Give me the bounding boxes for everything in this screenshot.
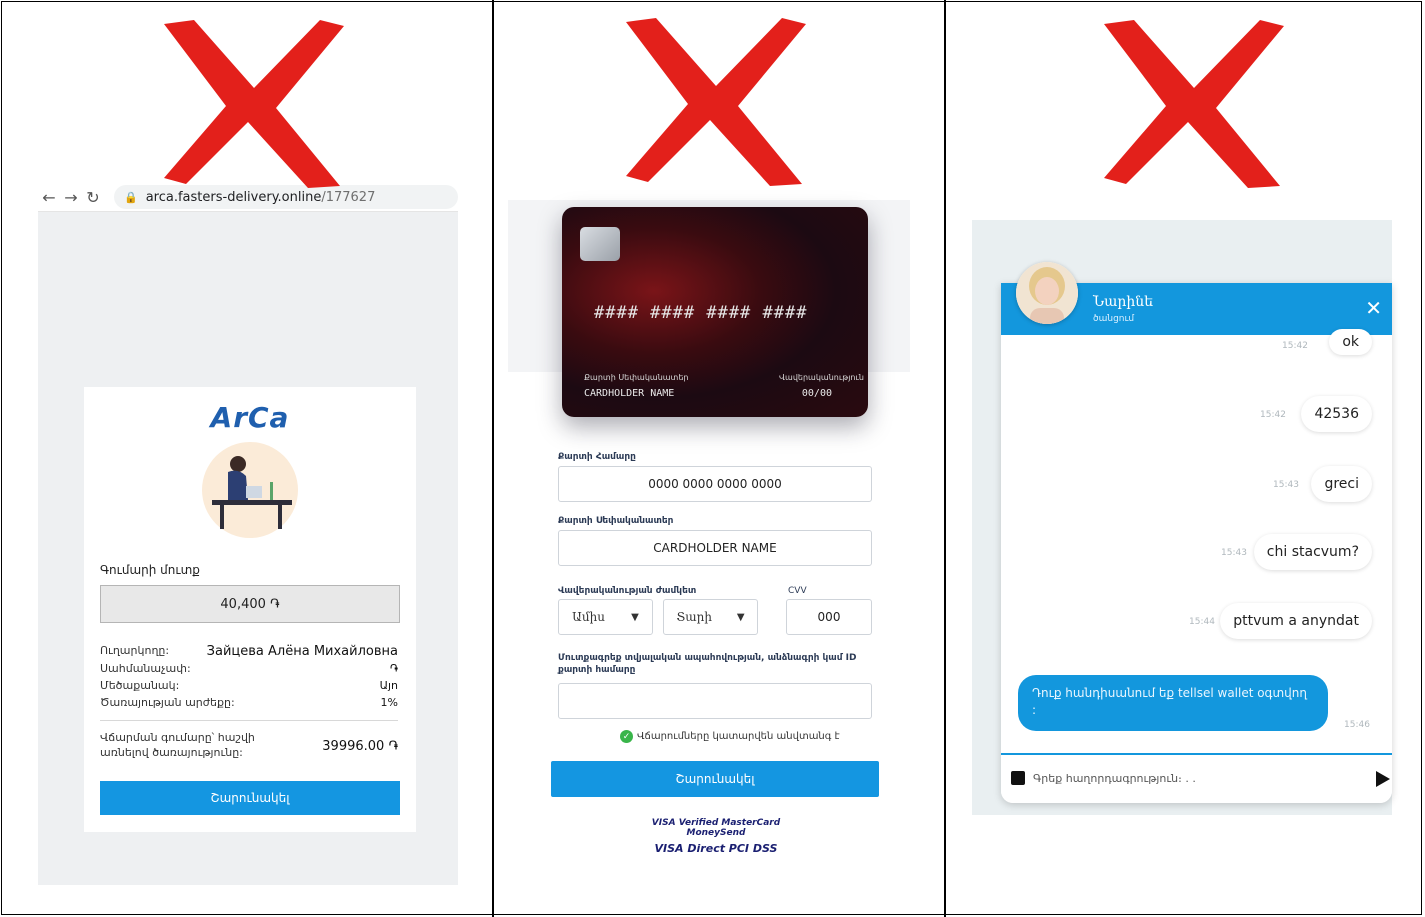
payment-logos-line: VISA Verified MasterCard MoneySend bbox=[651, 818, 781, 838]
user-message: chi stacvum? bbox=[1253, 534, 1372, 570]
illustration-avatar bbox=[202, 442, 298, 538]
info-row-limit: Սահմանաչափ: ֏ bbox=[100, 662, 398, 676]
url-host: arca.fasters-delivery.online bbox=[145, 189, 322, 205]
year-select-value: Տարի bbox=[676, 610, 712, 624]
credit-card-preview: #### #### #### #### Քարտի Սեփականատեր CA… bbox=[562, 207, 868, 417]
secure-note: ✓ Վճարումները կատարվեն անվտանգ է bbox=[620, 730, 840, 743]
card-number-label: Քարտի Համարը bbox=[558, 452, 636, 462]
message-time: 15:42 bbox=[1282, 341, 1308, 351]
column-divider bbox=[944, 0, 946, 917]
message-time: 15:44 bbox=[1189, 617, 1215, 627]
chat-input-bar: Գրեք հաղորդագրություն։ . . bbox=[1001, 753, 1392, 803]
card-holder-label: Քարտի Սեփականատեր bbox=[558, 516, 674, 526]
message-time: 15:43 bbox=[1221, 548, 1247, 558]
payment-logos-line: VISA Direct PCI DSS bbox=[654, 842, 778, 855]
info-label: Սահմանաչափ: bbox=[100, 662, 191, 675]
agent-avatar bbox=[1016, 262, 1078, 324]
cvv-input[interactable]: 000 bbox=[786, 599, 872, 635]
message-time: 15:43 bbox=[1273, 480, 1299, 490]
column-divider bbox=[492, 0, 494, 917]
chevron-down-icon: ▼ bbox=[631, 611, 639, 623]
card-expiry-caption: Վավերականություն bbox=[779, 373, 864, 382]
user-message: greci bbox=[1311, 466, 1372, 502]
send-icon[interactable] bbox=[1376, 771, 1390, 787]
info-label: Ծառայության արժեքը: bbox=[100, 696, 235, 709]
id-number-input[interactable] bbox=[558, 683, 872, 719]
info-value: Зайцева Алёна Михайловна bbox=[206, 644, 398, 659]
back-arrow-icon[interactable]: ← bbox=[38, 188, 60, 207]
divider bbox=[100, 720, 398, 721]
payment-card: ArCa Գումարի մուտք 40,400 ֏ Ուղարկողը: З… bbox=[84, 387, 416, 832]
message-time: 15:46 bbox=[1344, 720, 1370, 730]
card-holder-caption: Քարտի Սեփականատեր bbox=[584, 373, 689, 382]
arca-logo: ArCa bbox=[210, 401, 290, 434]
forward-arrow-icon[interactable]: → bbox=[60, 188, 82, 207]
amount-field[interactable]: 40,400 ֏ bbox=[100, 585, 400, 623]
user-message: ok bbox=[1329, 329, 1372, 355]
user-message: pttvum a anyndat bbox=[1220, 603, 1372, 639]
card-holder-display: CARDHOLDER NAME bbox=[584, 388, 675, 399]
total-value: 39996.00 ֏ bbox=[322, 739, 398, 754]
user-message: 42536 bbox=[1301, 396, 1372, 432]
card-number-display: #### #### #### #### bbox=[594, 303, 808, 323]
expiry-label: Վավերականության ժամկետ bbox=[558, 586, 697, 596]
close-icon[interactable]: ✕ bbox=[1359, 295, 1388, 321]
info-row-bulk: Մեծաքանակ: Այո bbox=[100, 679, 398, 692]
red-cross-icon bbox=[626, 18, 806, 186]
info-row-fee: Ծառայության արժեքը: 1% bbox=[100, 696, 398, 709]
image-attach-icon[interactable] bbox=[1011, 771, 1025, 785]
card-chip-icon bbox=[580, 227, 620, 261]
chat-message-input[interactable]: Գրեք հաղորդագրություն։ . . bbox=[1033, 763, 1353, 793]
agent-name: Նարինե bbox=[1093, 294, 1153, 310]
shield-check-icon: ✓ bbox=[620, 730, 633, 743]
reload-icon[interactable]: ↻ bbox=[82, 188, 104, 207]
url-path: /177627 bbox=[321, 189, 376, 205]
amount-label: Գումարի մուտք bbox=[100, 563, 200, 577]
month-select-value: Ամիս bbox=[572, 610, 605, 624]
message-time: 15:42 bbox=[1260, 410, 1286, 420]
year-select[interactable]: Տարի ▼ bbox=[663, 599, 758, 635]
id-number-label: Մուտքագրեք տվյալական ապահովության, անձնա… bbox=[558, 653, 857, 675]
info-value: 1% bbox=[380, 696, 398, 709]
info-value: ֏ bbox=[389, 662, 398, 675]
chevron-down-icon: ▼ bbox=[736, 611, 745, 623]
red-cross-icon bbox=[164, 20, 344, 188]
continue-button[interactable]: Շարունակել bbox=[100, 781, 400, 815]
continue-button[interactable]: Շարունակել bbox=[551, 761, 879, 797]
total-label: Վճարման գումարը՝ հաշվի առնելով ծառայությ… bbox=[100, 731, 255, 759]
card-number-input[interactable]: 0000 0000 0000 0000 bbox=[558, 466, 872, 502]
card-expiry-display: 00/00 bbox=[801, 388, 832, 399]
agent-status: ծանցում bbox=[1093, 314, 1135, 324]
info-row-sender: Ուղարկողը: Зайцева Алёна Михайловна bbox=[100, 644, 398, 659]
info-value: Այո bbox=[379, 679, 398, 692]
bot-message: Դուք հանդիսանում եք tellsel wallet օգտվո… bbox=[1018, 675, 1328, 731]
info-label: Ուղարկողը: bbox=[100, 644, 170, 657]
month-select[interactable]: Ամիս ▼ bbox=[558, 599, 653, 635]
chat-widget: Նարինե ծանցում ✕ 15:42 ok 15:42 42536 15… bbox=[1001, 283, 1392, 803]
lock-icon: 🔒 bbox=[124, 190, 138, 204]
card-holder-input[interactable]: CARDHOLDER NAME bbox=[558, 530, 872, 566]
secure-note-text: Վճարումները կատարվեն անվտանգ է bbox=[637, 731, 840, 742]
payment-logos: VISA Verified MasterCard MoneySend VISA … bbox=[641, 818, 791, 855]
red-cross-icon bbox=[1104, 20, 1284, 188]
cvv-label: CVV bbox=[788, 586, 807, 596]
info-label: Մեծաքանակ: bbox=[100, 679, 180, 692]
